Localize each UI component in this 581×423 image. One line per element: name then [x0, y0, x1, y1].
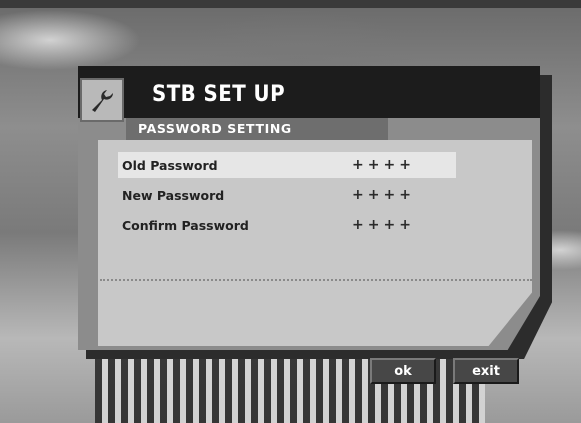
top-frame — [0, 0, 581, 8]
new-password-label: New Password — [122, 187, 225, 203]
exit-button[interactable]: exit — [453, 358, 519, 384]
page-title: STB SET UP — [152, 82, 286, 107]
divider — [100, 279, 532, 281]
old-password-field[interactable]: ++++ — [352, 157, 415, 173]
ok-button[interactable]: ok — [370, 358, 436, 384]
old-password-label: Old Password — [122, 157, 218, 173]
new-password-row[interactable]: New Password ++++ — [118, 182, 456, 208]
old-password-row[interactable]: Old Password ++++ — [118, 152, 456, 178]
section-title: PASSWORD SETTING — [138, 121, 292, 136]
confirm-password-field[interactable]: ++++ — [352, 217, 415, 233]
new-password-field[interactable]: ++++ — [352, 187, 415, 203]
confirm-password-label: Confirm Password — [122, 217, 249, 233]
wrench-icon — [80, 78, 124, 122]
panel-header — [78, 66, 540, 118]
confirm-password-row[interactable]: Confirm Password ++++ — [118, 212, 456, 238]
